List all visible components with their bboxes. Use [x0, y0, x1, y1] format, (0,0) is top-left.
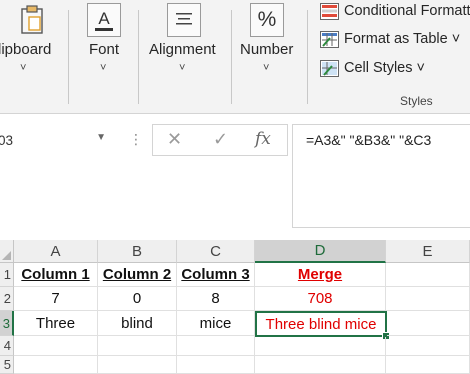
row-header-3[interactable]: 3 — [0, 311, 14, 336]
enter-icon[interactable]: ✓ — [213, 129, 228, 150]
cell-e1[interactable] — [386, 263, 470, 287]
cell-a1[interactable]: Column 1 — [14, 263, 98, 287]
cell-e5[interactable] — [386, 356, 470, 374]
column-header-a[interactable]: A — [14, 240, 98, 263]
cell-e2[interactable] — [386, 287, 470, 311]
column-header-b[interactable]: B — [98, 240, 177, 263]
cell-c1[interactable]: Column 3 — [177, 263, 255, 287]
cell-d2[interactable]: 708 — [255, 287, 386, 311]
cell-styles-label: Cell Styles ˅ — [344, 60, 425, 76]
chevron-down-icon[interactable]: ˅ — [100, 62, 106, 74]
row-header-1[interactable]: 1 — [0, 263, 14, 287]
font-label: Font — [89, 41, 120, 58]
conditional-formatting-label: Conditional Formatt — [344, 3, 470, 19]
align-icon — [167, 3, 201, 37]
clipboard-label: lipboard — [0, 41, 52, 58]
cell-b4[interactable] — [98, 336, 177, 356]
cancel-icon[interactable]: ✕ — [167, 129, 182, 150]
format-as-table-button[interactable]: Format as Table ˅ — [320, 28, 460, 50]
name-box-value: 03 — [0, 132, 14, 148]
cell-d3-active[interactable]: Three blind mice — [255, 311, 387, 337]
cell-b2[interactable]: 0 — [98, 287, 177, 311]
cell-a2[interactable]: 7 — [14, 287, 98, 311]
cell-d4[interactable] — [255, 337, 386, 356]
cell-e3[interactable] — [387, 311, 470, 336]
cell-a5[interactable] — [14, 356, 98, 374]
worksheet-grid[interactable]: A B C D E 1 2 3 4 5 Column 1 Column 2 Co… — [0, 240, 470, 374]
cell-a3[interactable]: Three — [14, 311, 98, 336]
cell-d5[interactable] — [255, 356, 386, 374]
chevron-down-icon[interactable]: ˅ — [179, 62, 185, 74]
format-as-table-label: Format as Table ˅ — [344, 31, 461, 47]
cell-b1[interactable]: Column 2 — [98, 263, 177, 287]
ribbon-separator — [138, 10, 139, 104]
styles-group-label: Styles — [400, 94, 433, 108]
row-header-5[interactable]: 5 — [0, 356, 14, 374]
svg-text:A: A — [98, 9, 110, 28]
cell-e4[interactable] — [386, 336, 470, 356]
clipboard-icon — [15, 3, 49, 37]
number-group[interactable]: % Number ˅ — [234, 0, 302, 113]
cell-c5[interactable] — [177, 356, 255, 374]
ribbon: lipboard ˅ A Font ˅ Alignment ˅ % Number — [0, 0, 470, 114]
name-box[interactable]: 03 ▼ — [0, 127, 110, 153]
column-header-d[interactable]: D — [255, 240, 386, 263]
format-as-table-icon — [320, 30, 339, 48]
insert-function-icon[interactable]: fx — [255, 129, 271, 149]
cell-d1[interactable]: Merge — [255, 263, 386, 287]
formula-bar-buttons: ✕ ✓ fx — [152, 124, 288, 156]
conditional-formatting-button[interactable]: Conditional Formatt — [320, 0, 470, 22]
cell-b5[interactable] — [98, 356, 177, 374]
cell-c2[interactable]: 8 — [177, 287, 255, 311]
select-all-button[interactable] — [0, 240, 14, 263]
ribbon-separator — [231, 10, 232, 104]
row-header-4[interactable]: 4 — [0, 336, 14, 356]
cell-styles-icon — [320, 59, 339, 77]
cell-b3[interactable]: blind — [98, 311, 177, 336]
clipboard-group[interactable]: lipboard ˅ — [0, 0, 62, 113]
conditional-formatting-icon — [320, 2, 339, 20]
number-label: Number — [240, 41, 294, 58]
column-header-c[interactable]: C — [177, 240, 255, 263]
alignment-label: Alignment — [149, 41, 216, 58]
alignment-group[interactable]: Alignment ˅ — [140, 0, 228, 113]
row-header-2[interactable]: 2 — [0, 287, 14, 311]
cell-a4[interactable] — [14, 336, 98, 356]
select-all-triangle-icon — [2, 251, 11, 260]
cell-c4[interactable] — [177, 336, 255, 356]
percent-icon: % — [250, 3, 284, 37]
formula-bar-resize-handle[interactable]: ⋮ — [129, 131, 143, 148]
column-header-e[interactable]: E — [386, 240, 470, 263]
chevron-down-icon[interactable]: ▼ — [96, 132, 106, 143]
ribbon-separator — [307, 10, 308, 104]
chevron-down-icon[interactable]: ˅ — [263, 62, 269, 74]
formula-input[interactable]: =A3&" "&B3&" "&C3 — [292, 124, 470, 228]
font-group[interactable]: A Font ˅ — [70, 0, 136, 113]
chevron-down-icon[interactable]: ˅ — [20, 62, 26, 74]
font-color-icon: A — [87, 3, 121, 37]
ribbon-separator — [68, 10, 69, 104]
cell-c3[interactable]: mice — [177, 311, 255, 336]
cell-styles-button[interactable]: Cell Styles ˅ — [320, 57, 425, 79]
